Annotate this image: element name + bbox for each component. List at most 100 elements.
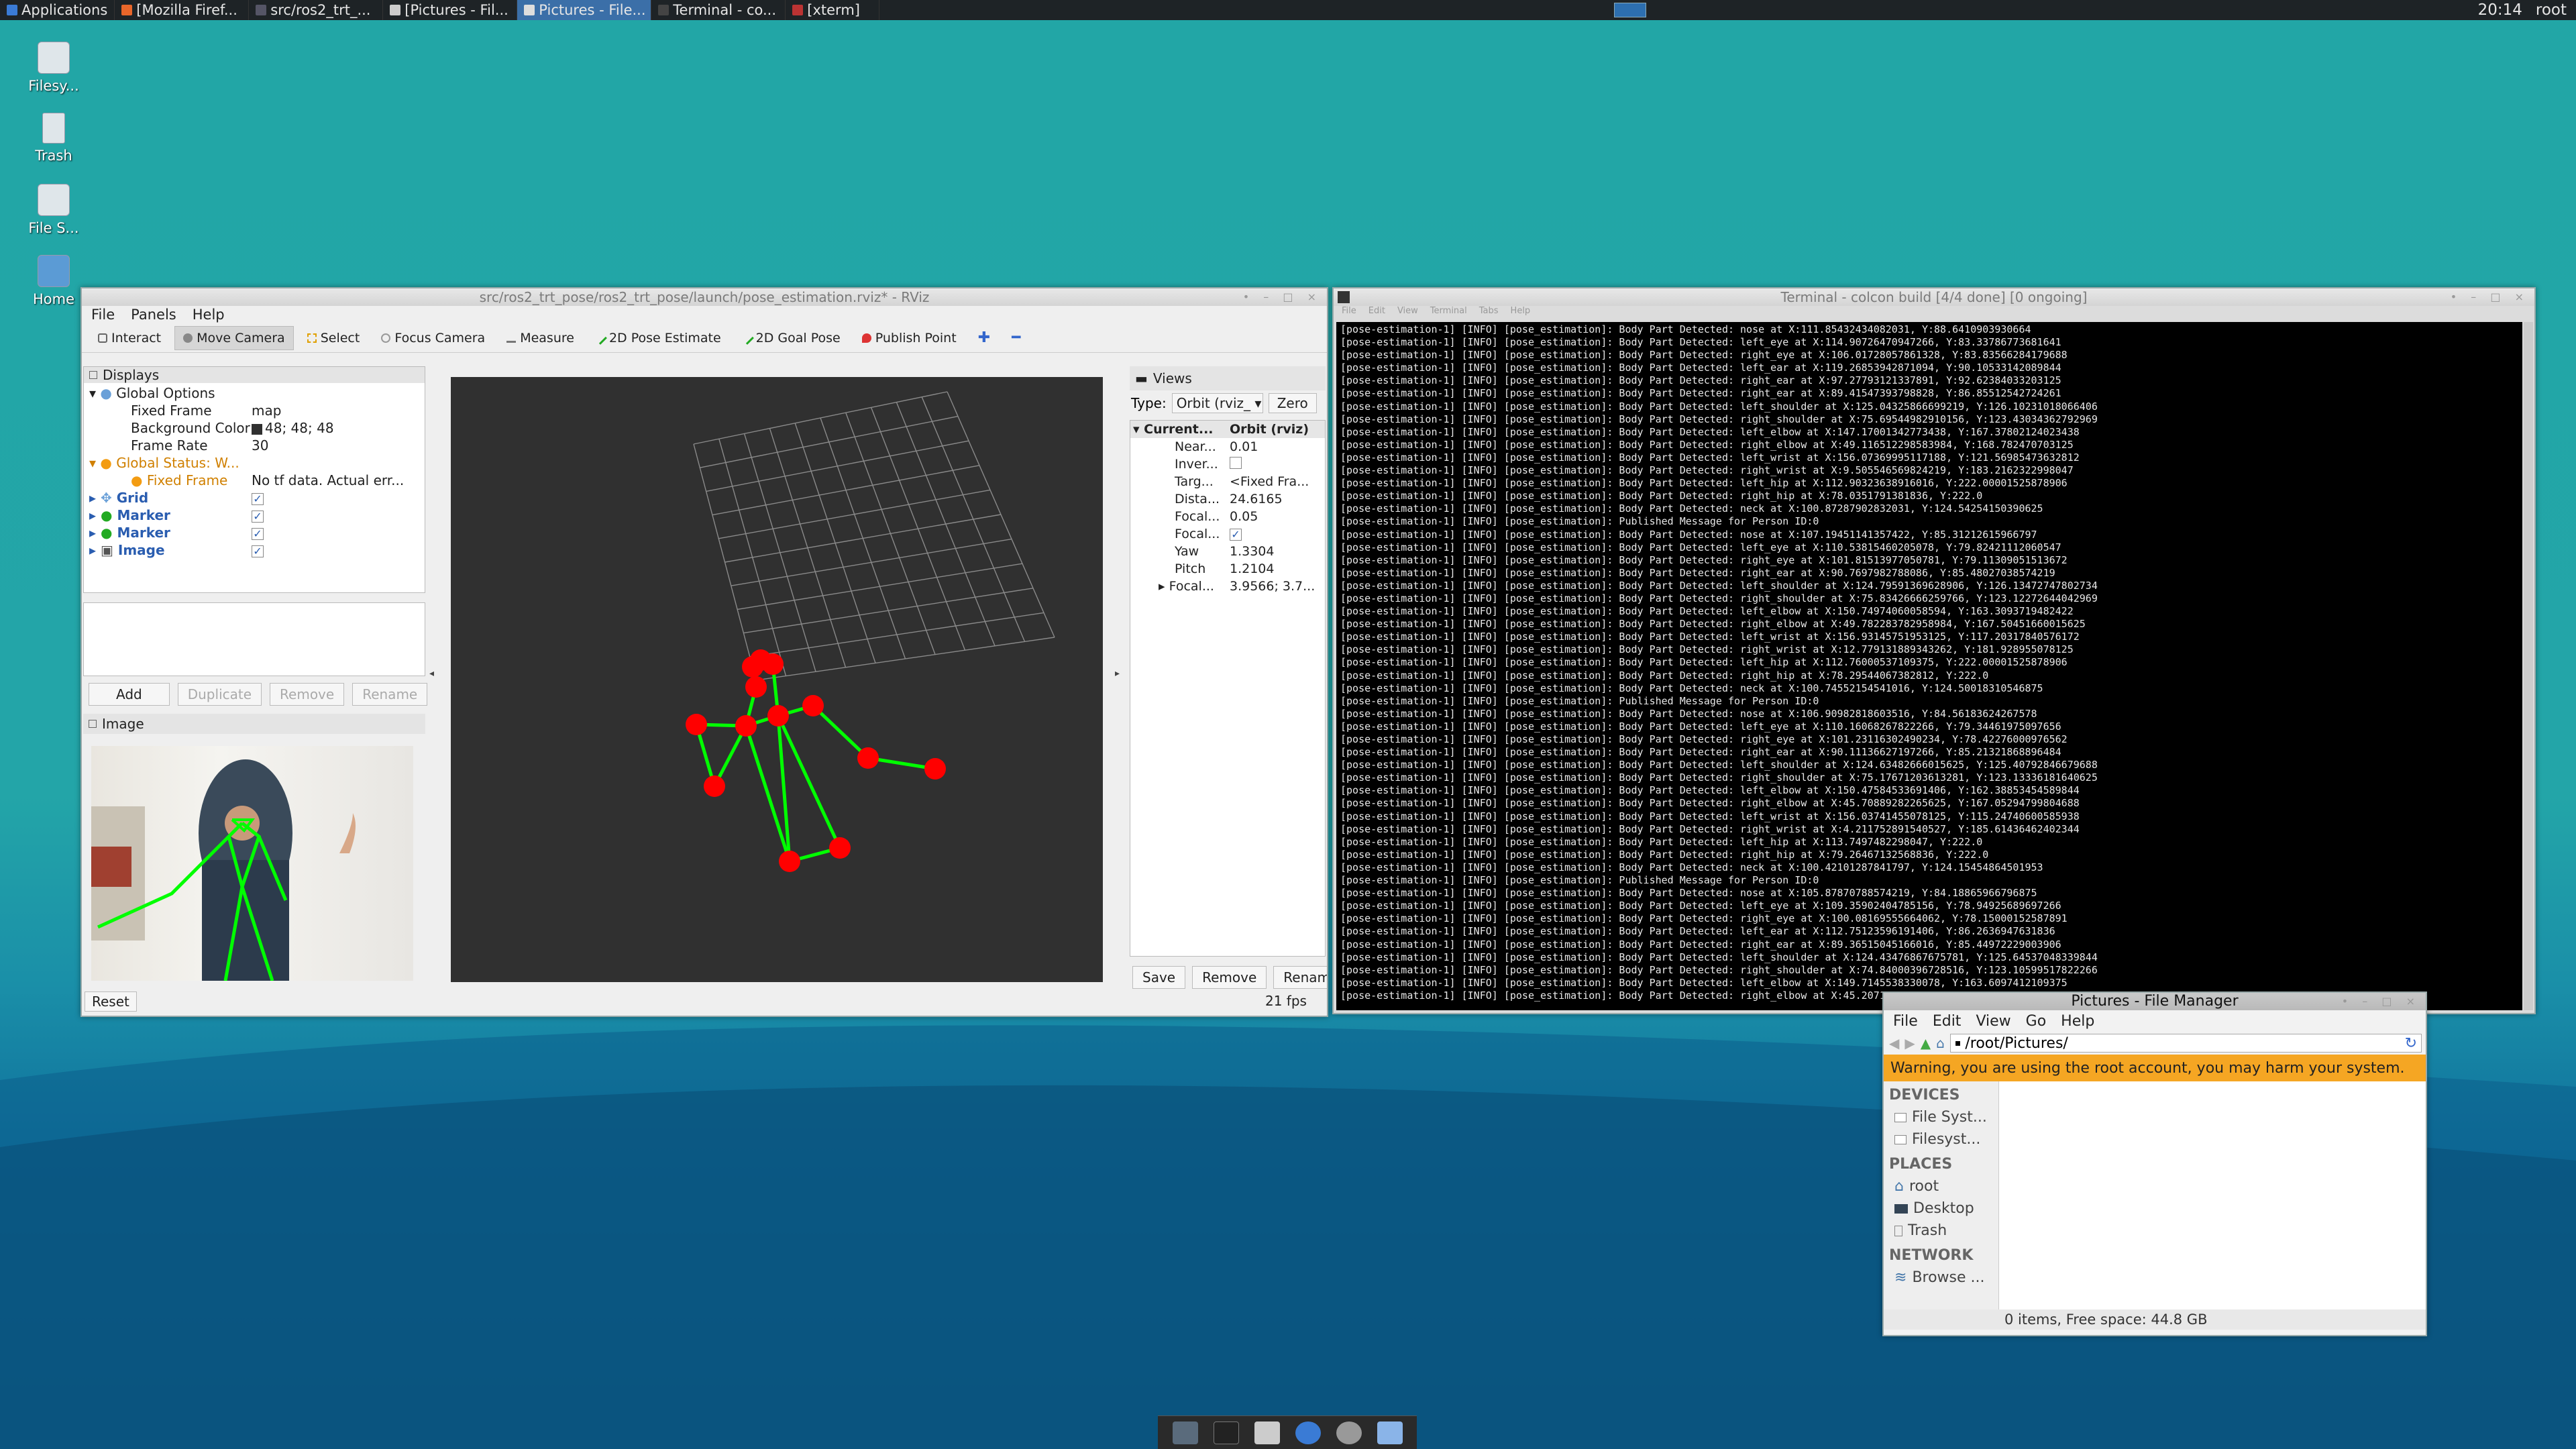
taskbar-window-5[interactable]: [xterm] xyxy=(786,0,880,20)
remove-display-button[interactable]: Remove xyxy=(270,683,345,706)
display-value[interactable]: map xyxy=(252,402,425,419)
prop-value[interactable]: 3.9566; 3.7... xyxy=(1230,579,1325,594)
display-row-background-color[interactable]: Background Color 48; 48; 48 xyxy=(84,419,425,437)
remove-tool-button[interactable]: ━ xyxy=(1004,325,1028,350)
menu-go[interactable]: Go xyxy=(2026,1013,2047,1030)
display-checkbox[interactable]: ✓ xyxy=(252,493,264,505)
taskbar-window-0[interactable]: [Mozilla Firef... xyxy=(115,0,250,20)
display-value[interactable]: 48; 48; 48 xyxy=(265,420,334,436)
up-arrow-icon[interactable]: ▲ xyxy=(1921,1035,1931,1051)
add-display-button[interactable]: Add xyxy=(89,683,170,706)
reload-icon[interactable]: ↻ xyxy=(2405,1035,2417,1052)
view-type-select[interactable]: Orbit (rviz_ ▾ xyxy=(1171,393,1263,413)
menu-panels[interactable]: Panels xyxy=(131,307,176,323)
tool-move-camera[interactable]: Move Camera xyxy=(174,325,294,350)
menu-view[interactable]: View xyxy=(1397,306,1418,318)
menu-help[interactable]: Help xyxy=(2061,1013,2094,1030)
tool-publish-point[interactable]: Publish Point xyxy=(854,327,965,350)
desktop-icon-trash[interactable]: Trash xyxy=(20,113,87,164)
fm-titlebar[interactable]: Pictures - File Manager • – □ × xyxy=(1884,993,2426,1010)
view-prop-pitch[interactable]: Pitch 1.2104 xyxy=(1130,560,1325,578)
sidebar-item-root[interactable]: ⌂ root xyxy=(1884,1175,1998,1197)
view-prop-distance[interactable]: Dista... 24.6165 xyxy=(1130,490,1325,508)
sidebar-item-trash[interactable]: Trash xyxy=(1884,1220,1998,1242)
forward-arrow-icon[interactable]: ▶ xyxy=(1904,1035,1915,1051)
view-prop-yaw[interactable]: Yaw 1.3304 xyxy=(1130,543,1325,560)
add-tool-button[interactable]: ✚ xyxy=(970,325,998,350)
taskbar-window-1[interactable]: src/ros2_trt_... xyxy=(249,0,384,20)
path-bar[interactable]: ▪ /root/Pictures/ ↻ xyxy=(1949,1034,2422,1053)
terminal-titlebar[interactable]: Terminal - colcon build [4/4 done] [0 on… xyxy=(1334,288,2534,306)
prop-value[interactable]: 0.05 xyxy=(1230,509,1325,524)
taskbar-window-3[interactable]: Pictures - File... xyxy=(517,0,652,20)
menu-terminal[interactable]: Terminal xyxy=(1430,306,1467,318)
display-row-marker[interactable]: ▸ ● Marker ✓ xyxy=(84,524,425,541)
menu-edit[interactable]: Edit xyxy=(1368,306,1385,318)
display-row-fixed-frame-status[interactable]: ● Fixed Frame No tf data. Actual err... xyxy=(84,472,425,489)
view-prop-focal-point[interactable]: ▸ Focal... 3.9566; 3.7... xyxy=(1130,578,1325,595)
remove-view-button[interactable]: Remove xyxy=(1192,966,1267,989)
home-icon[interactable]: ⌂ xyxy=(1936,1035,1945,1051)
back-arrow-icon[interactable]: ◀ xyxy=(1889,1035,1899,1051)
rename-display-button[interactable]: Rename xyxy=(352,683,428,706)
file-manager-launcher-icon[interactable] xyxy=(1254,1421,1280,1444)
prop-value[interactable]: 0.01 xyxy=(1230,439,1325,454)
rviz-titlebar[interactable]: src/ros2_trt_pose/ros2_trt_pose/launch/p… xyxy=(82,288,1327,306)
sidebar-item-desktop[interactable]: Desktop xyxy=(1884,1197,1998,1220)
show-desktop-icon[interactable] xyxy=(1172,1421,1198,1444)
zero-button[interactable]: Zero xyxy=(1268,393,1317,413)
display-row-frame-rate[interactable]: Frame Rate 30 xyxy=(84,437,425,454)
taskbar-window-2[interactable]: [Pictures - Fil... xyxy=(383,0,518,20)
duplicate-display-button[interactable]: Duplicate xyxy=(177,683,262,706)
user-label[interactable]: root xyxy=(2536,1,2567,19)
display-row-fixed-frame[interactable]: Fixed Frame map xyxy=(84,402,425,419)
terminal-launcher-icon[interactable] xyxy=(1213,1421,1239,1444)
sidebar-item-filesystem[interactable]: Filesyst... xyxy=(1884,1128,1998,1150)
sidebar-item-file-system[interactable]: File Syst... xyxy=(1884,1106,1998,1128)
display-checkbox[interactable]: ✓ xyxy=(252,545,264,557)
collapse-left-icon[interactable]: ◂ xyxy=(429,668,434,679)
menu-tabs[interactable]: Tabs xyxy=(1479,306,1499,318)
rename-view-button[interactable]: Rename xyxy=(1273,966,1327,989)
display-value[interactable]: 30 xyxy=(252,437,425,453)
reset-button[interactable]: Reset xyxy=(85,991,137,1012)
fm-file-area[interactable] xyxy=(1999,1081,2426,1309)
menu-help[interactable]: Help xyxy=(1511,306,1531,318)
prop-value[interactable]: 1.2104 xyxy=(1230,561,1325,576)
collapse-right-icon[interactable]: ▸ xyxy=(1115,668,1120,679)
menu-file[interactable]: File xyxy=(91,307,115,323)
sidebar-item-browse-network[interactable]: ≋ Browse ... xyxy=(1884,1267,1998,1289)
desktop-icon-home[interactable]: Home xyxy=(20,255,87,307)
window-controls[interactable]: • – □ × xyxy=(2342,993,2420,1010)
workspace-switcher[interactable] xyxy=(1613,3,1646,17)
view-prop-near[interactable]: Near... 0.01 xyxy=(1130,438,1325,455)
prop-value[interactable]: 24.6165 xyxy=(1230,492,1325,506)
tool-2d-goal-pose[interactable]: 2D Goal Pose xyxy=(735,327,849,350)
desktop-icon-filesystem[interactable]: Filesy... xyxy=(20,42,87,94)
menu-file[interactable]: File xyxy=(1342,306,1356,318)
taskbar-window-4[interactable]: Terminal - co... xyxy=(651,0,786,20)
window-controls[interactable]: • – □ × xyxy=(2451,288,2529,306)
web-browser-launcher-icon[interactable] xyxy=(1295,1421,1321,1444)
applications-menu-button[interactable]: Applications xyxy=(0,0,115,20)
menu-edit[interactable]: Edit xyxy=(1933,1013,1962,1030)
view-prop-invert[interactable]: Inver... xyxy=(1130,455,1325,473)
menu-file[interactable]: File xyxy=(1893,1013,1918,1030)
menu-view[interactable]: View xyxy=(1976,1013,2010,1030)
display-row-grid[interactable]: ▸ ✥ Grid ✓ xyxy=(84,489,425,506)
tool-interact[interactable]: Interact xyxy=(90,327,169,350)
display-row-global-status[interactable]: ▾ ● Global Status: W... xyxy=(84,454,425,472)
tool-measure[interactable]: Measure xyxy=(498,327,582,350)
view-prop-focal-shape[interactable]: Focal... ✓ xyxy=(1130,525,1325,543)
display-row-image[interactable]: ▸ ▣ Image ✓ xyxy=(84,541,425,559)
menu-help[interactable]: Help xyxy=(193,307,225,323)
folder-launcher-icon[interactable] xyxy=(1377,1421,1403,1444)
rviz-3d-viewport[interactable] xyxy=(451,377,1103,982)
tool-2d-pose-estimate[interactable]: 2D Pose Estimate xyxy=(588,327,729,350)
view-prop-focal-size[interactable]: Focal... 0.05 xyxy=(1130,508,1325,525)
tool-focus-camera[interactable]: Focus Camera xyxy=(373,327,493,350)
desktop-icon-file-system[interactable]: File S... xyxy=(20,184,87,236)
terminal-scrollbar[interactable] xyxy=(2524,322,2533,1010)
prop-value[interactable]: <Fixed Fra... xyxy=(1230,474,1325,489)
terminal-output[interactable]: [pose-estimation-1] [INFO] [pose_estimat… xyxy=(1336,322,2522,1010)
